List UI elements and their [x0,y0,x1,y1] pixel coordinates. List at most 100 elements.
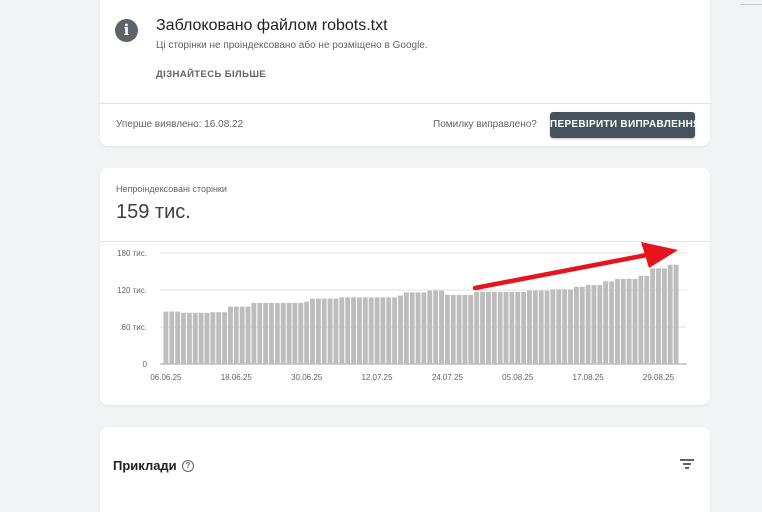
chart-bar [333,298,339,364]
chart-bar [298,302,304,364]
chart-bar [573,286,579,364]
x-tick-label: 29.08.25 [643,373,675,382]
chart-bar [169,311,175,364]
chart-bar [656,268,661,364]
filter-icon-line [680,459,694,461]
chart-bar [491,291,497,364]
chart-bar [362,297,368,364]
chart-bar [532,290,538,364]
filter-icon[interactable] [680,458,694,470]
chart-bar [392,297,398,364]
chart-card: Непроіндексовані сторінки 159 тис. 0 60 т… [100,168,710,405]
chart-bar [210,312,216,364]
chart-bar [439,290,444,364]
validate-fix-button[interactable]: ПЕРЕВІРИТИ ВИПРАВЛЕННЯ [550,112,700,138]
chart-bar [503,291,509,364]
chart-bar [357,297,362,364]
chart-bar [286,302,292,364]
chart-bar [345,297,351,364]
chart-bar [538,290,544,364]
chart-bar [527,290,532,364]
chart-bar [579,286,585,364]
y-tick-label: 180 тис. [117,249,147,258]
chart-bar [667,264,673,364]
card-divider [100,103,710,104]
metric-label: Непроіндексовані сторінки [116,184,227,194]
chart-bar [673,264,679,364]
chart-bar [175,311,181,364]
issue-description: Ці сторінки не проіндексовано або не роз… [156,40,428,51]
bar-chart: 0 60 тис. 120 тис. 180 тис. 06.06.25 18.06.25… [117,242,687,382]
chart-bar [403,292,409,364]
chart-bar [233,306,239,364]
chart-bar [192,312,198,364]
y-tick-label: 0 [143,360,148,369]
chart-bar [632,278,638,364]
chart-bar [415,292,421,364]
chart-bar [462,294,468,364]
chart-bar [421,292,427,364]
chart-bar [562,289,568,364]
chart-bar [626,278,632,364]
trend-arrow-head [641,242,678,268]
y-tick-label: 120 тис. [117,286,147,295]
chart-bar [521,291,527,364]
chart-bar [216,312,222,364]
chart-bar [597,285,603,364]
chart-bar [269,302,274,364]
x-tick-label: 06.06.25 [150,373,182,382]
chart-bar [661,268,667,364]
chart-bar [515,291,521,364]
y-tick-label: 60 тис. [122,323,147,332]
chart-bar [509,291,515,364]
help-icon[interactable]: ? [182,460,194,472]
chart-bar [603,281,609,364]
chart-bar [181,312,186,364]
x-tick-label: 24.07.25 [432,373,464,382]
chart-bar [280,302,286,364]
learn-more-link[interactable]: ДІЗНАЙТЕСЬ БІЛЬШЕ [156,69,266,80]
chart-bar [550,289,556,364]
info-icon: i [115,19,138,42]
chart-bar [386,297,392,364]
chart-bar [497,291,503,364]
chart-bar [263,302,269,364]
page: i Заблоковано файлом robots.txt Ці сторі… [0,0,762,512]
chart-bar [274,302,280,364]
chart-bar [245,306,251,364]
chart-bar [468,294,474,364]
chart-bar [380,297,386,364]
chart-bar [368,297,374,364]
chart-bar [204,312,210,364]
chart-bar [544,290,550,364]
examples-card: Приклади ? [100,427,710,512]
issue-card: i Заблоковано файлом robots.txt Ці сторі… [100,0,710,146]
chart-bar [310,298,315,364]
chart-bar [644,275,650,364]
chart-bar [257,302,263,364]
x-tick-label: 17.08.25 [573,373,605,382]
x-tick-label: 30.06.25 [291,373,323,382]
chart-bar [609,281,614,364]
chart-bar [568,289,573,364]
metric-value: 159 тис. [116,201,191,223]
chart-bar [585,285,591,364]
chart-bar [222,312,227,364]
x-tick-label: 12.07.25 [361,373,393,382]
filter-icon-line [683,463,691,465]
chart-bar [398,295,403,364]
chart-bar [427,290,433,364]
chart-bar [351,297,356,364]
examples-title: Приклади [113,458,177,473]
chart-bar [638,275,644,364]
chart-bar [198,312,204,364]
chart-bar [444,294,450,364]
chart-bar [163,311,169,364]
chart-bar [304,301,310,364]
chart-bar [409,292,415,364]
fixed-question-label: Помилку виправлено? [433,119,537,130]
chart-bar [228,306,233,364]
chart-bar [251,302,257,364]
chart-bar [327,298,333,364]
top-divider [740,4,762,5]
